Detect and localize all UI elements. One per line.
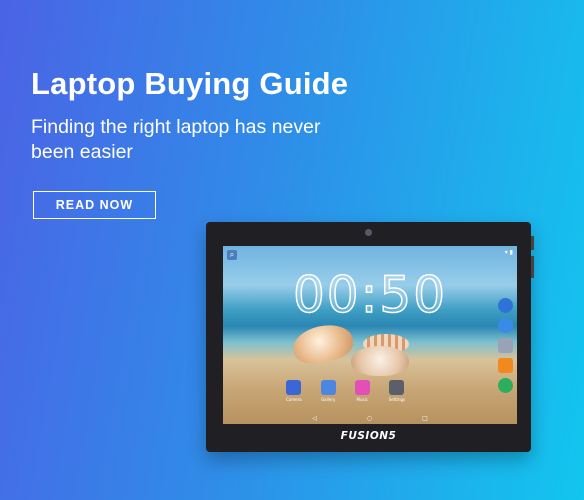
page-title: Laptop Buying Guide (31, 66, 349, 101)
read-now-button[interactable]: READ NOW (33, 191, 156, 219)
dock-app-label: Camera (286, 397, 302, 402)
lockscreen-clock: 00:50 (292, 265, 448, 325)
search-icon: ⌕ (227, 250, 237, 260)
dock-app-label: Settings (388, 397, 406, 402)
status-bar-icons: ▾ ▮ (504, 249, 513, 256)
app-dock: Camera Gallery Music Settings (286, 380, 405, 402)
phone-icon (498, 378, 513, 393)
volume-button-graphic (531, 256, 534, 278)
dock-app-camera: Camera (286, 380, 302, 402)
dock-app-music: Music (354, 380, 370, 402)
browser-icon (498, 298, 513, 313)
dock-app-label: Music (356, 397, 368, 402)
camera-app-icon (286, 380, 302, 395)
system-nav-bar: ◁ ○ □ (223, 415, 517, 422)
seashell-graphic (351, 346, 409, 376)
page-subtitle: Finding the right laptop has never been … (31, 116, 321, 163)
messages-icon (498, 318, 513, 333)
camera-icon (365, 229, 372, 236)
settings-app-icon (389, 380, 405, 395)
dock-app-gallery: Gallery (320, 380, 336, 402)
dock-app-settings: Settings (389, 380, 405, 402)
home-icon: ○ (366, 415, 373, 422)
brand-logo: FUSION5 (340, 430, 397, 442)
gallery-app-icon (320, 380, 336, 395)
tablet-screen: ⌕ ▾ ▮ 00:50 Camera Gallery Music Setting… (223, 246, 517, 424)
back-icon: ◁ (312, 415, 317, 422)
power-button-graphic (531, 236, 534, 250)
tablet-image: ⌕ ▾ ▮ 00:50 Camera Gallery Music Setting… (206, 222, 534, 452)
contacts-icon (498, 358, 513, 373)
dock-app-label: Gallery (321, 397, 336, 402)
music-app-icon (354, 380, 370, 395)
app-rail (498, 298, 513, 393)
recents-icon: □ (422, 415, 428, 422)
apps-grid-icon (498, 338, 513, 353)
seashell-graphic (289, 320, 357, 368)
